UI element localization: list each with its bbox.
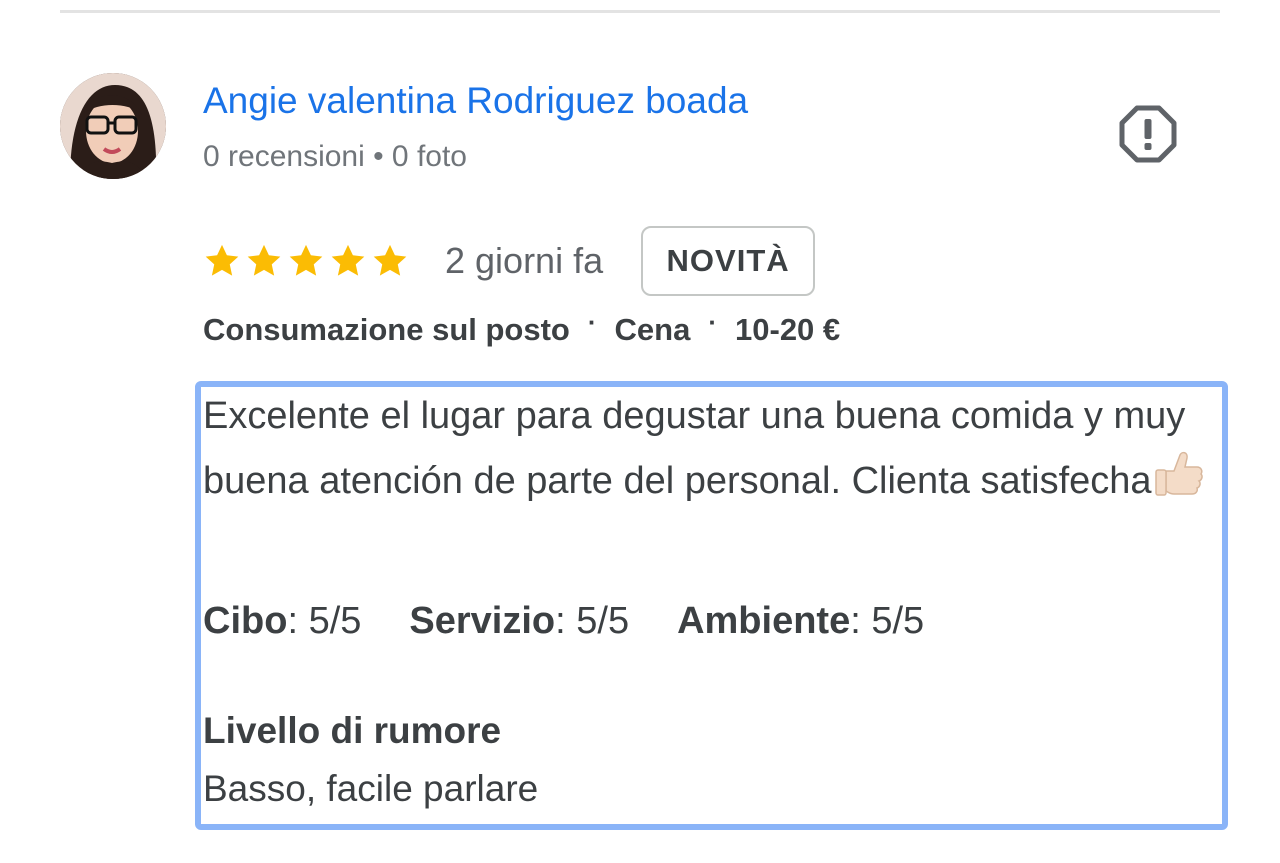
noise-level-value: Basso, facile parlare: [203, 768, 539, 809]
star-icon: [289, 244, 323, 276]
star-icon: [247, 244, 281, 276]
star-icon: [205, 244, 239, 276]
review-body: Excelente el lugar para degustar una bue…: [203, 395, 1186, 502]
review-time: 2 giorni fa: [445, 240, 604, 281]
sub-rating-value: 5/5: [576, 600, 630, 642]
rating-row: 2 giorni fa NOVITÀ: [203, 224, 816, 298]
new-badge: NOVITÀ: [641, 226, 816, 296]
sub-rating-service: Servizio: 5/5: [409, 600, 630, 642]
meal-type: Cena: [614, 312, 691, 347]
star-rating: [203, 242, 409, 280]
star-icon: [331, 244, 365, 276]
thumbs-up-emoji-icon: [1154, 451, 1203, 496]
avatar-image: [60, 73, 166, 179]
visit-info: Consumazione sul posto · Cena · 10-20 €: [203, 307, 841, 348]
visit-separator: ·: [708, 306, 718, 337]
report-icon[interactable]: [1118, 104, 1178, 164]
sub-rating-label: Ambiente: [677, 600, 851, 642]
star-icon: [373, 244, 407, 276]
visit-separator: ·: [587, 306, 597, 337]
sub-rating-food: Cibo: 5/5: [203, 600, 362, 642]
review-text: Excelente el lugar para degustar una bue…: [203, 386, 1223, 512]
sub-rating-value: 5/5: [871, 600, 925, 642]
author-name[interactable]: Angie valentina Rodriguez boada: [203, 78, 748, 124]
sub-ratings: Cibo: 5/5 Servizio: 5/5 Ambiente: 5/5: [203, 600, 972, 643]
price-range: 10-20 €: [735, 312, 841, 347]
sub-rating-label: Cibo: [203, 600, 288, 642]
visit-type: Consumazione sul posto: [203, 312, 570, 347]
sub-rating-value: 5/5: [308, 600, 362, 642]
sub-rating-label: Servizio: [409, 600, 556, 642]
noise-level-title: Livello di rumore: [203, 710, 502, 751]
sub-rating-atmosphere: Ambiente: 5/5: [677, 600, 925, 642]
author-meta: 0 recensioni • 0 foto: [203, 140, 467, 173]
top-divider: [60, 10, 1220, 13]
avatar[interactable]: [60, 73, 166, 179]
